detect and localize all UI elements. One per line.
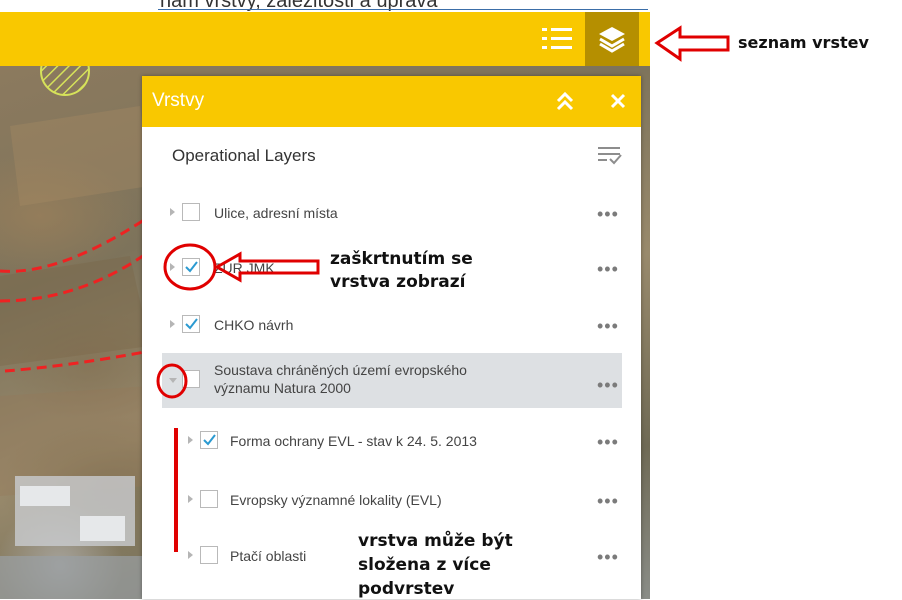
layer-label: Ptačí oblasti <box>230 548 307 564</box>
expand-caret[interactable] <box>170 208 175 216</box>
annotation-check-line1: zaškrtnutím se <box>330 249 473 269</box>
top-divider <box>158 9 648 10</box>
layer-more-button[interactable]: ••• <box>597 204 619 225</box>
layer-label: Forma ochrany EVL - stav k 24. 5. 2013 <box>230 433 477 449</box>
layer-label: Ulice, adresní místa <box>214 205 338 221</box>
annotation-sub-line3: podvrstev <box>358 579 455 599</box>
top-strip <box>0 0 902 12</box>
layer-label: Evropsky významné lokality (EVL) <box>230 492 442 508</box>
layer-label-line1: Soustava chráněných území evropského <box>214 362 467 378</box>
annotation-seznam-vrstev: seznam vrstev <box>738 33 869 52</box>
annotation-sub-line1: vrstva může být <box>358 531 513 551</box>
arrow-to-layers-button <box>654 25 730 62</box>
layer-checkbox[interactable] <box>182 258 200 276</box>
section-title: Operational Layers <box>172 146 316 165</box>
expand-caret[interactable] <box>188 495 193 503</box>
check-icon <box>185 261 198 273</box>
layer-checkbox[interactable] <box>182 203 200 221</box>
expand-caret[interactable] <box>188 551 193 559</box>
check-icon <box>185 318 198 330</box>
layer-label: CHKO návrh <box>214 317 294 333</box>
panel-title: Vrstvy <box>152 90 205 111</box>
layer-checkbox[interactable] <box>200 431 218 449</box>
panel-header: Vrstvy <box>142 76 641 127</box>
layer-group-row[interactable]: Soustava chráněných území evropského výz… <box>162 353 622 408</box>
layers-button[interactable] <box>585 12 639 66</box>
layer-more-button[interactable]: ••• <box>597 547 619 568</box>
layer-list-button[interactable] <box>530 12 584 66</box>
check-icon <box>203 434 216 446</box>
layer-checkbox[interactable] <box>182 370 200 388</box>
expand-caret[interactable] <box>170 320 175 328</box>
close-icon <box>610 93 626 109</box>
layer-row[interactable]: CHKO návrh ••• <box>162 306 622 346</box>
list-icon <box>542 28 572 49</box>
layer-label-line2: významu Natura 2000 <box>214 380 351 396</box>
filter-list-icon <box>598 147 622 165</box>
layer-checkbox[interactable] <box>182 315 200 333</box>
close-button[interactable] <box>607 88 629 117</box>
annotation-check-line2: vrstva zobrazí <box>330 272 466 292</box>
layer-more-button[interactable]: ••• <box>597 432 619 453</box>
layer-more-button[interactable]: ••• <box>597 491 619 512</box>
layer-row[interactable]: Ulice, adresní místa ••• <box>162 194 622 234</box>
layer-checkbox[interactable] <box>200 490 218 508</box>
sublayer-row[interactable]: Forma ochrany EVL - stav k 24. 5. 2013 •… <box>162 421 622 461</box>
layer-label: ZÚR JMK <box>214 260 275 276</box>
annotation-sub-line2: složena z více <box>358 555 491 575</box>
expand-caret[interactable] <box>188 436 193 444</box>
collapse-caret[interactable] <box>169 378 177 383</box>
collapse-button[interactable] <box>555 89 575 118</box>
double-chevron-up-icon <box>556 91 574 111</box>
layer-checkbox[interactable] <box>200 546 218 564</box>
layer-more-button[interactable]: ••• <box>597 259 619 280</box>
filter-button[interactable] <box>597 143 623 172</box>
layer-more-button[interactable]: ••• <box>597 316 619 337</box>
layers-panel: Vrstvy Operational Layers Ulice, adresní… <box>142 76 641 599</box>
layer-more-button[interactable]: ••• <box>597 375 619 396</box>
sublayer-row[interactable]: Evropsky významné lokality (EVL) ••• <box>162 480 622 520</box>
layers-icon <box>599 27 625 53</box>
expand-caret[interactable] <box>170 263 175 271</box>
